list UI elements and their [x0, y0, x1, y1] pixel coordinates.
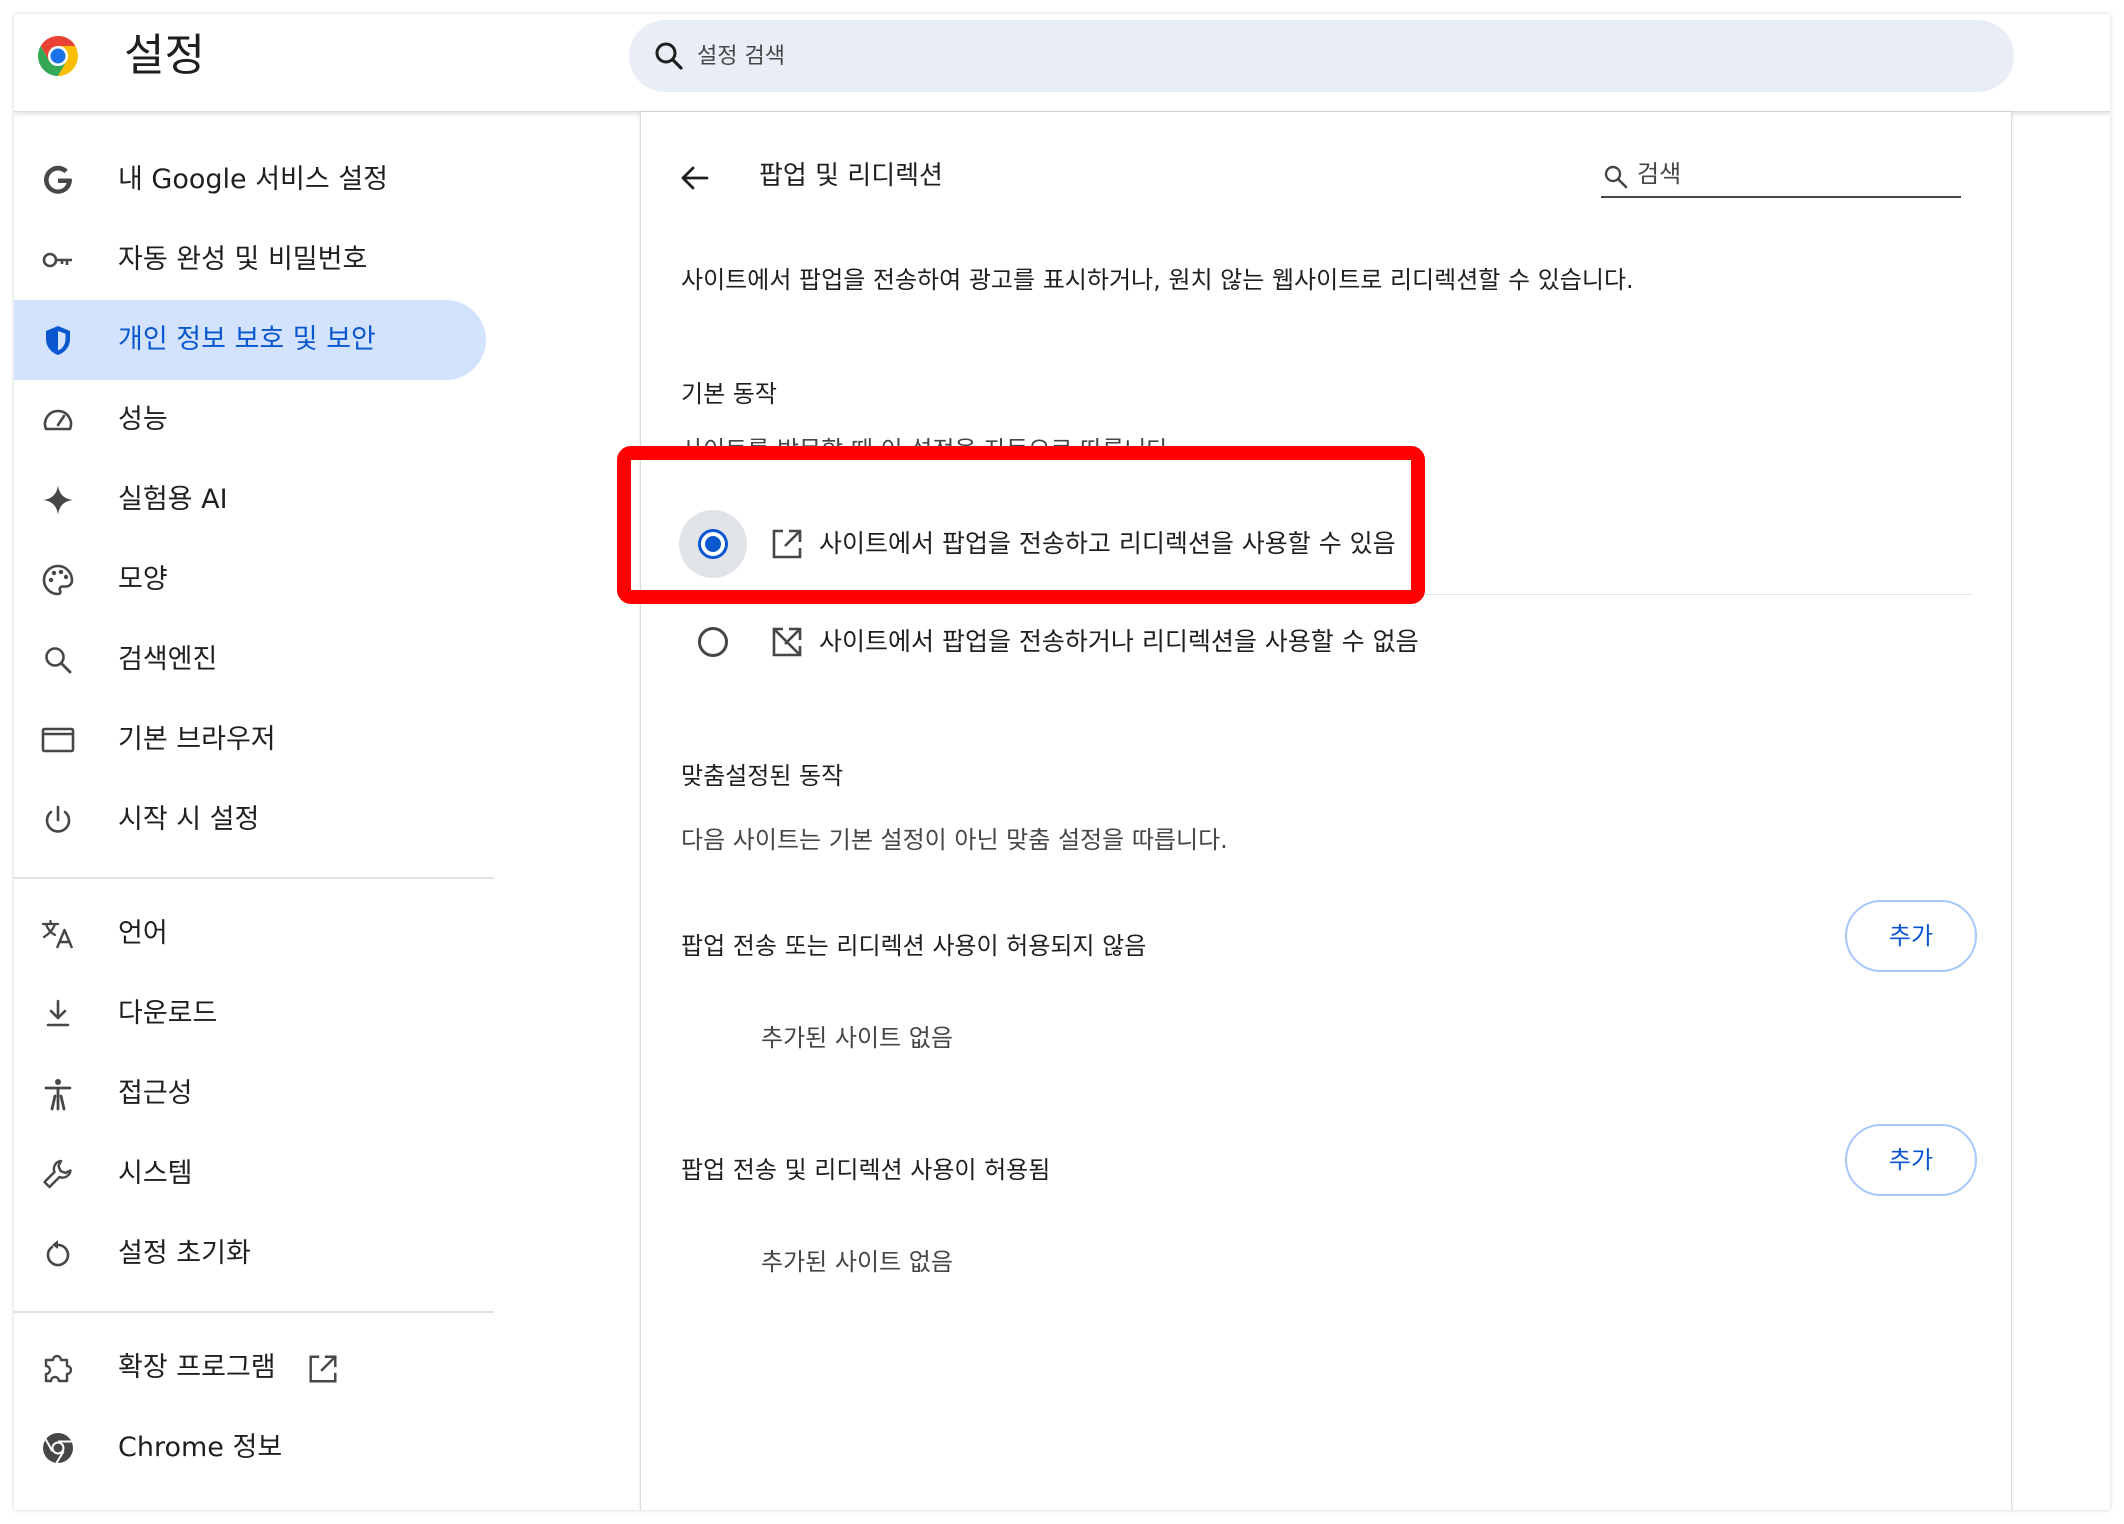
- sidebar-item-accessibility[interactable]: 접근성: [14, 1054, 486, 1134]
- sidebar-item-label: 시스템: [118, 1158, 193, 1189]
- sidebar-item-on-startup[interactable]: 시작 시 설정: [14, 780, 486, 860]
- sidebar-item-languages[interactable]: 언어: [14, 894, 486, 974]
- accessibility-icon: [44, 1079, 72, 1111]
- sidebar-item-autofill[interactable]: 자동 완성 및 비밀번호: [14, 220, 486, 300]
- radio-button-allow[interactable]: [698, 529, 728, 559]
- page-title: 팝업 및 리디렉션: [759, 161, 943, 191]
- blocked-list-label: 팝업 전송 또는 리디렉션 사용이 허용되지 않음: [681, 932, 1147, 960]
- sidebar-item-label: 설정 초기화: [118, 1238, 251, 1269]
- settings-search-input[interactable]: [697, 38, 1897, 74]
- power-icon: [45, 805, 71, 833]
- puzzle-icon: [44, 1354, 73, 1383]
- key-icon: [42, 252, 72, 268]
- download-icon: [46, 999, 70, 1027]
- subpage-search-input[interactable]: [1637, 158, 1957, 190]
- back-arrow-icon[interactable]: [677, 160, 713, 196]
- browser-window-icon: [41, 727, 75, 753]
- sidebar-item-label: 언어: [118, 918, 168, 949]
- sidebar-item-appearance[interactable]: 모양: [14, 540, 486, 620]
- shield-icon: [46, 326, 70, 355]
- allowed-list-label: 팝업 전송 및 리디렉션 사용이 허용됨: [681, 1156, 1051, 1184]
- sidebar-item-label: 성능: [118, 404, 168, 435]
- sidebar-item-experimental-ai[interactable]: 실험용 AI: [14, 460, 486, 540]
- custom-behavior-subtext: 다음 사이트는 기본 설정이 아닌 맞춤 설정을 따릅니다.: [681, 826, 1228, 854]
- radio-option-block[interactable]: 사이트에서 팝업을 전송하거나 리디렉션을 사용할 수 없음: [641, 598, 2013, 688]
- sidebar-item-downloads[interactable]: 다운로드: [14, 974, 486, 1054]
- sidebar-item-label: 다운로드: [118, 998, 218, 1029]
- sidebar-item-label: 실험용 AI: [118, 484, 228, 515]
- default-behavior-heading: 기본 동작: [681, 380, 777, 408]
- sidebar-item-about-chrome[interactable]: Chrome 정보: [14, 1408, 486, 1488]
- option-divider: [755, 594, 1971, 595]
- chrome-icon: [43, 1433, 73, 1464]
- app-title: 설정: [124, 30, 205, 81]
- sidebar-item-label: 시작 시 설정: [118, 804, 260, 835]
- search-icon: [45, 647, 72, 674]
- translate-icon: [41, 919, 74, 949]
- default-behavior-subtext: 사이트를 방문할 때 이 설정을 자동으로 따릅니다.: [681, 432, 1176, 456]
- sidebar-item-performance[interactable]: 성능: [14, 380, 486, 460]
- sidebar-item-label: 모양: [118, 564, 168, 595]
- sparkle-icon: [43, 485, 73, 515]
- default-behavior-subtext-text: 사이트를 방문할 때 이 설정을 자동으로 따릅니다.: [681, 436, 1177, 456]
- sidebar-divider: [14, 1311, 494, 1313]
- search-icon: [1604, 165, 1628, 189]
- radio-label-allow: 사이트에서 팝업을 전송하고 리디렉션을 사용할 수 있음: [819, 529, 1396, 558]
- sidebar-item-search-engine[interactable]: 검색엔진: [14, 620, 486, 700]
- reset-icon: [46, 1240, 70, 1267]
- subpage-search[interactable]: [1601, 152, 1961, 198]
- sidebar-item-label: 개인 정보 보호 및 보안: [118, 324, 376, 355]
- sidebar-item-reset-settings[interactable]: 설정 초기화: [14, 1214, 486, 1294]
- settings-window: 설정 내 Google 서비스 설정 자동 완성 및 비밀번호: [14, 14, 2110, 1510]
- open-in-new-icon: [309, 1355, 337, 1383]
- top-bar: 설정: [14, 14, 2110, 112]
- radio-option-allow[interactable]: 사이트에서 팝업을 전송하고 리디렉션을 사용할 수 있음: [641, 500, 2013, 590]
- sidebar-item-extensions[interactable]: 확장 프로그램: [14, 1328, 486, 1408]
- wrench-icon: [43, 1159, 72, 1189]
- settings-search-bar[interactable]: [629, 20, 2014, 92]
- popups-settings-panel: 팝업 및 리디렉션 사이트에서 팝업을 전송하여 광고를 표시하거나, 원치 않…: [640, 112, 2012, 1510]
- sidebar-item-system[interactable]: 시스템: [14, 1134, 486, 1214]
- sidebar-item-label: 내 Google 서비스 설정: [118, 164, 388, 195]
- radio-button-block[interactable]: [698, 627, 728, 657]
- radio-label-block: 사이트에서 팝업을 전송하거나 리디렉션을 사용할 수 없음: [819, 627, 1419, 656]
- sidebar-item-label: 접근성: [118, 1078, 193, 1109]
- sidebar-item-label: 기본 브라우저: [118, 724, 276, 755]
- sidebar-item-default-browser[interactable]: 기본 브라우저: [14, 700, 486, 780]
- sidebar-item-label: 확장 프로그램: [118, 1352, 276, 1383]
- sidebar-item-google-services[interactable]: 내 Google 서비스 설정: [14, 140, 486, 220]
- add-allowed-site-button[interactable]: 추가: [1845, 1124, 1977, 1196]
- chrome-logo-icon: [38, 36, 78, 76]
- sidebar-nav: 내 Google 서비스 설정 자동 완성 및 비밀번호 개인 정보 보호 및 …: [14, 112, 509, 1510]
- blocked-list-empty: 추가된 사이트 없음: [761, 1024, 953, 1052]
- sidebar-item-label: 검색엔진: [118, 644, 218, 675]
- sidebar-item-label: Chrome 정보: [118, 1432, 283, 1463]
- palette-icon: [42, 564, 74, 596]
- sidebar-item-privacy-security[interactable]: 개인 정보 보호 및 보안: [14, 300, 486, 380]
- speedometer-icon: [43, 409, 73, 431]
- popup-blocked-icon: [772, 627, 802, 657]
- page-description: 사이트에서 팝업을 전송하여 광고를 표시하거나, 원치 않는 웹사이트로 리디…: [681, 266, 1634, 294]
- custom-behavior-heading: 맞춤설정된 동작: [681, 762, 844, 790]
- add-blocked-site-button[interactable]: 추가: [1845, 900, 1977, 972]
- open-in-new-icon: [772, 529, 802, 559]
- search-icon: [655, 42, 683, 70]
- sidebar-divider: [14, 877, 494, 879]
- google-g-icon: [44, 165, 72, 194]
- sidebar-item-label: 자동 완성 및 비밀번호: [118, 244, 368, 275]
- allowed-list-empty: 추가된 사이트 없음: [761, 1248, 953, 1276]
